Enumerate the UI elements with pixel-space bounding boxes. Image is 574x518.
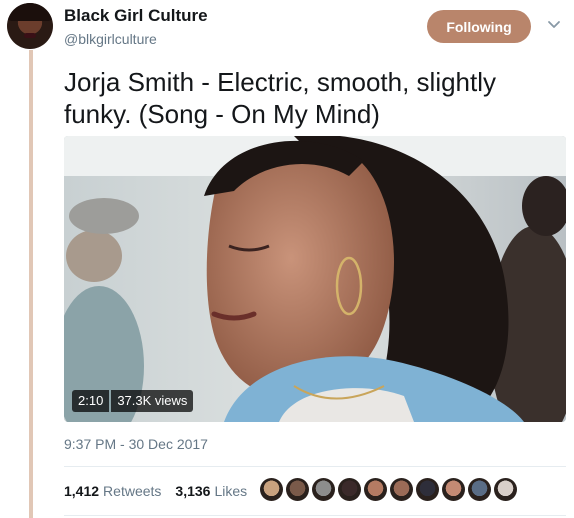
- liker-avatar[interactable]: [338, 478, 361, 501]
- author-name[interactable]: Black Girl Culture: [64, 6, 208, 26]
- liker-avatar[interactable]: [468, 478, 491, 501]
- thread-line: [29, 50, 33, 518]
- avatar[interactable]: [7, 3, 53, 49]
- likers-avatars: [260, 478, 517, 501]
- liker-avatar[interactable]: [416, 478, 439, 501]
- liker-avatar[interactable]: [364, 478, 387, 501]
- likes-label: Likes: [214, 483, 248, 499]
- chevron-down-icon[interactable]: [546, 16, 562, 32]
- engagement-stats: 1,412 Retweets 3,136 Likes: [64, 483, 255, 499]
- liker-avatar[interactable]: [442, 478, 465, 501]
- likes-stat[interactable]: 3,136 Likes: [175, 483, 247, 499]
- avatar-lips: [24, 33, 36, 38]
- video-player[interactable]: [64, 136, 566, 422]
- video-duration: 2:10: [72, 390, 110, 412]
- retweets-stat[interactable]: 1,412 Retweets: [64, 483, 161, 499]
- video-thumbnail: [64, 136, 566, 422]
- liker-avatar[interactable]: [286, 478, 309, 501]
- divider-bottom: [64, 515, 566, 516]
- video-views: 37.3K views: [111, 390, 194, 412]
- video-badge: 2:10 37.3K views: [72, 390, 194, 412]
- following-button[interactable]: Following: [427, 10, 531, 43]
- author-handle[interactable]: @blkgirlculture: [64, 31, 157, 47]
- liker-avatar[interactable]: [390, 478, 413, 501]
- liker-avatar[interactable]: [494, 478, 517, 501]
- tweet-text: Jorja Smith - Electric, smooth, slightly…: [64, 67, 497, 129]
- liker-avatar[interactable]: [260, 478, 283, 501]
- retweets-label: Retweets: [103, 483, 162, 499]
- likes-count: 3,136: [175, 483, 211, 499]
- avatar-hair: [7, 3, 53, 21]
- retweets-count: 1,412: [64, 483, 100, 499]
- divider-top: [64, 466, 566, 467]
- tweet-timestamp[interactable]: 9:37 PM - 30 Dec 2017: [64, 436, 208, 452]
- liker-avatar[interactable]: [312, 478, 335, 501]
